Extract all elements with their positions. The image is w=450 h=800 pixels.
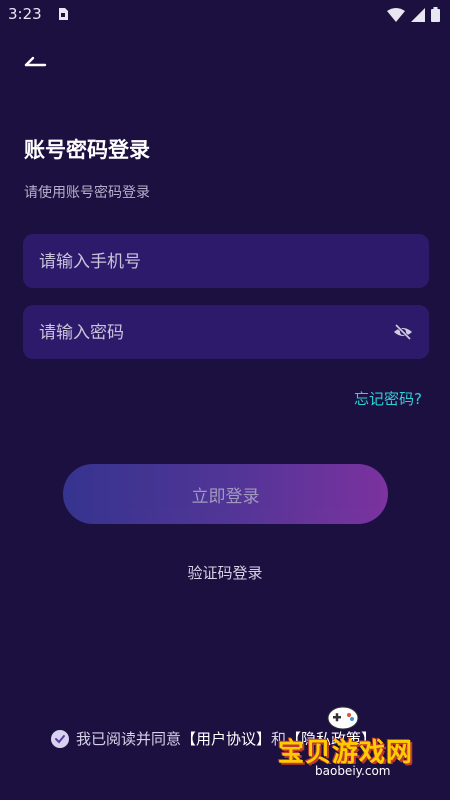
- agreement-checkbox[interactable]: [51, 729, 69, 748]
- sms-login-link[interactable]: 验证码登录: [0, 562, 450, 583]
- game-controller-icon: [327, 706, 359, 730]
- user-agreement-link[interactable]: 【用户协议】: [181, 728, 271, 749]
- status-icons: [387, 7, 440, 22]
- wifi-icon: [387, 7, 405, 22]
- forgot-password-link[interactable]: 忘记密码?: [354, 388, 422, 409]
- eye-hidden-icon[interactable]: [393, 322, 413, 342]
- back-button[interactable]: [18, 46, 52, 76]
- check-icon: [55, 734, 65, 743]
- signal-icon: [411, 7, 425, 22]
- phone-input[interactable]: [37, 234, 381, 290]
- agreement-prefix: 我已阅读并同意: [76, 730, 182, 748]
- phone-field: [23, 234, 429, 290]
- login-button-label: 立即登录: [191, 486, 260, 507]
- password-input[interactable]: [37, 305, 381, 361]
- status-bar: 3:23: [0, 0, 450, 30]
- watermark-logo: 宝贝游戏网 baobeiy.com: [270, 704, 420, 784]
- password-field: [23, 305, 429, 361]
- battery-icon: [431, 7, 440, 22]
- watermark-url: baobeiy.com: [312, 764, 394, 778]
- back-arrow-icon: [24, 56, 47, 67]
- page-subtitle: 请使用账号密码登录: [24, 185, 150, 201]
- login-button[interactable]: 立即登录: [63, 464, 388, 524]
- page-title: 账号密码登录: [24, 138, 150, 162]
- sim-card-icon: [59, 8, 68, 20]
- status-time: 3:23: [8, 5, 42, 23]
